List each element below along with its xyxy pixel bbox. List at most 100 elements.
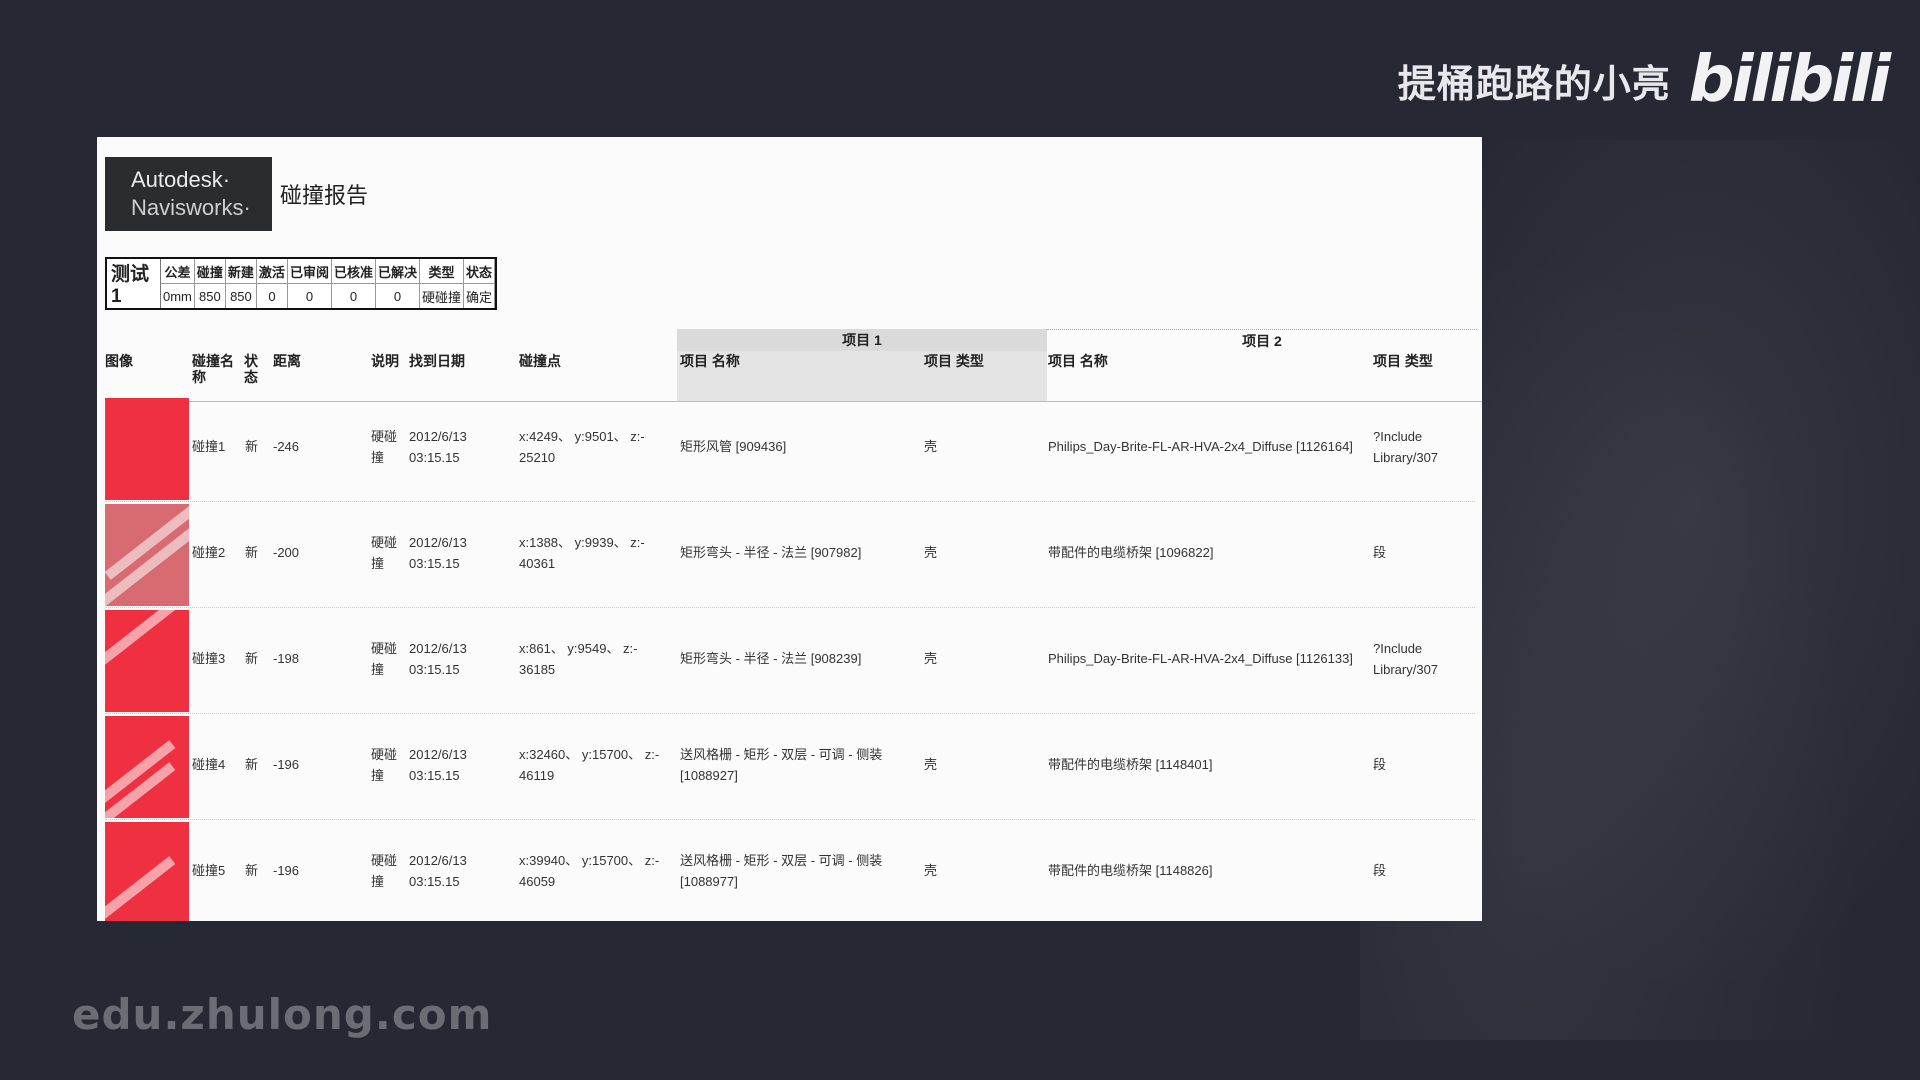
col-header-clash-point: 碰撞点 bbox=[519, 353, 561, 369]
item1-name: 矩形风管 [909436] bbox=[680, 439, 787, 454]
clash-point: x:39940、 y:15700、 z:- bbox=[519, 853, 660, 868]
summary-value: 0 bbox=[375, 283, 420, 308]
clash-time: 03:15.15 bbox=[409, 768, 460, 783]
col-header-clash-name: 碰撞名称 bbox=[192, 353, 234, 385]
clash-status: 新 bbox=[245, 757, 259, 772]
site-watermark: edu.zhulong.com bbox=[72, 990, 493, 1039]
bilibili-logo: bilibili bbox=[1688, 43, 1891, 117]
clash-distance: -200 bbox=[273, 545, 300, 560]
clash-distance: -198 bbox=[273, 651, 300, 666]
clash-thumbnail[interactable] bbox=[105, 504, 189, 606]
clash-name: 碰撞4 bbox=[192, 757, 226, 772]
group-header-item1: 项目 1 bbox=[677, 329, 1047, 351]
navisworks-logo: Autodesk· Navisworks· bbox=[105, 157, 272, 231]
item1-name-cont: [1088977] bbox=[680, 874, 738, 889]
col-header-item2-type: 项目 类型 bbox=[1373, 353, 1433, 369]
item1-type: 壳 bbox=[924, 651, 938, 666]
item2-type-cont: Library/307 bbox=[1373, 662, 1439, 677]
summary-value: 850 bbox=[194, 283, 226, 308]
summary-value: 硬碰撞 bbox=[419, 283, 465, 308]
summary-value-row: 0mm 850 850 0 0 0 0 硬碰撞 确定 bbox=[161, 283, 496, 308]
clash-distance: -196 bbox=[273, 863, 300, 878]
clash-point: x:861、 y:9549、 z:- bbox=[519, 641, 638, 656]
item2-name: Philips_Day-Brite-FL-AR-HVA-2x4_Diffuse … bbox=[1048, 651, 1353, 666]
clash-date: 2012/6/13 bbox=[409, 747, 467, 762]
clash-time: 03:15.15 bbox=[409, 662, 460, 677]
logo-autodesk: Autodesk· bbox=[131, 167, 231, 192]
clash-date: 2012/6/13 bbox=[409, 641, 467, 656]
table-row: 碰撞4 新 -196 硬碰撞 2012/6/13 03:15.15 x:3246… bbox=[105, 714, 1475, 820]
logo-navisworks: Navisworks· bbox=[131, 195, 251, 220]
clash-point-z: 25210 bbox=[519, 450, 556, 465]
col-header-distance: 距离 bbox=[273, 353, 301, 369]
item2-type: ?Include bbox=[1373, 641, 1423, 656]
summary-header: 已审阅 bbox=[287, 259, 332, 284]
clash-name: 碰撞5 bbox=[192, 863, 226, 878]
clash-status: 新 bbox=[245, 863, 259, 878]
summary-value: 0 bbox=[331, 283, 376, 308]
item1-type: 壳 bbox=[924, 439, 938, 454]
col-header-item2-name: 项目 名称 bbox=[1048, 353, 1108, 369]
table-row: 碰撞1 新 -246 硬碰撞 2012/6/13 03:15.15 x:4249… bbox=[105, 396, 1475, 502]
clash-point: x:32460、 y:15700、 z:- bbox=[519, 747, 660, 762]
test-name: 测试 1 bbox=[107, 259, 161, 308]
clash-description: 硬碰撞 bbox=[371, 641, 398, 677]
col-header-description: 说明 bbox=[371, 353, 399, 369]
clash-time: 03:15.15 bbox=[409, 450, 460, 465]
item1-type: 壳 bbox=[924, 863, 938, 878]
item1-type: 壳 bbox=[924, 757, 938, 772]
test-summary: 测试 1 公差 碰撞 新建 激活 已审阅 已核准 已解决 类型 状态 0mm 8… bbox=[105, 257, 498, 310]
clash-name: 碰撞1 bbox=[192, 439, 226, 454]
clash-name: 碰撞3 bbox=[192, 651, 226, 666]
clash-point: x:1388、 y:9939、 z:- bbox=[519, 535, 645, 550]
summary-header: 激活 bbox=[256, 259, 288, 284]
col-header-item1-name: 项目 名称 bbox=[680, 353, 740, 369]
clash-date: 2012/6/13 bbox=[409, 429, 467, 444]
col-header-image: 图像 bbox=[105, 353, 133, 369]
clash-name: 碰撞2 bbox=[192, 545, 226, 560]
item2-name: 带配件的电缆桥架 [1148826] bbox=[1048, 863, 1213, 878]
uploader-name: 提桶跑路的小亮 bbox=[1397, 61, 1671, 106]
item2-type: 段 bbox=[1373, 757, 1387, 772]
item2-name: Philips_Day-Brite-FL-AR-HVA-2x4_Diffuse … bbox=[1048, 439, 1353, 454]
clash-date: 2012/6/13 bbox=[409, 853, 467, 868]
clash-status: 新 bbox=[245, 545, 259, 560]
item2-name: 带配件的电缆桥架 [1096822] bbox=[1048, 545, 1214, 560]
summary-header-row: 公差 碰撞 新建 激活 已审阅 已核准 已解决 类型 状态 bbox=[161, 259, 496, 284]
item2-name: 带配件的电缆桥架 [1148401] bbox=[1048, 757, 1213, 772]
clash-distance: -246 bbox=[273, 439, 300, 454]
summary-header: 状态 bbox=[463, 259, 496, 284]
report-header: Autodesk· Navisworks· 碰撞报告 bbox=[105, 157, 368, 231]
clash-point-z: 46119 bbox=[519, 768, 555, 783]
clash-thumbnail[interactable] bbox=[105, 716, 189, 818]
clash-point-z: 46059 bbox=[519, 874, 556, 889]
clash-thumbnail[interactable] bbox=[105, 610, 189, 712]
clash-date: 2012/6/13 bbox=[409, 535, 467, 550]
clash-description: 硬碰撞 bbox=[371, 535, 398, 571]
item2-type: ?Include bbox=[1373, 429, 1423, 444]
clash-description: 硬碰撞 bbox=[371, 747, 398, 783]
item2-type: 段 bbox=[1373, 545, 1387, 560]
report-title: 碰撞报告 bbox=[280, 183, 369, 208]
summary-header: 已核准 bbox=[331, 259, 376, 284]
item1-name: 矩形弯头 - 半径 - 法兰 [908239] bbox=[680, 651, 862, 666]
summary-value: 0 bbox=[287, 283, 332, 308]
clash-time: 03:15.15 bbox=[409, 556, 460, 571]
item1-name: 矩形弯头 - 半径 - 法兰 [907982] bbox=[680, 545, 862, 560]
clash-thumbnail[interactable] bbox=[105, 398, 189, 500]
clash-point: x:4249、 y:9501、 z:- bbox=[519, 429, 645, 444]
item2-type-cont: Library/307 bbox=[1373, 450, 1439, 465]
channel-brand: 提桶跑路的小亮 bilibili bbox=[1397, 43, 1891, 117]
summary-table: 公差 碰撞 新建 激活 已审阅 已核准 已解决 类型 状态 0mm 850 85… bbox=[161, 259, 496, 308]
table-row: 碰撞2 新 -200 硬碰撞 2012/6/13 03:15.15 x:1388… bbox=[105, 502, 1475, 608]
table-row: 碰撞3 新 -198 硬碰撞 2012/6/13 03:15.15 x:861、… bbox=[105, 608, 1475, 714]
summary-value: 0mm bbox=[161, 283, 195, 308]
table-row: 碰撞5 新 -196 硬碰撞 2012/6/13 03:15.15 x:3994… bbox=[105, 820, 1475, 921]
summary-header: 已解决 bbox=[375, 259, 420, 284]
clash-point-z: 40361 bbox=[519, 556, 556, 571]
item1-name: 送风格栅 - 矩形 - 双层 - 可调 - 侧装 bbox=[680, 853, 883, 868]
clash-thumbnail[interactable] bbox=[105, 822, 189, 921]
col-header-item1-type: 项目 类型 bbox=[924, 353, 984, 369]
item2-type: 段 bbox=[1373, 863, 1387, 878]
item1-name-cont: [1088927] bbox=[680, 768, 738, 783]
